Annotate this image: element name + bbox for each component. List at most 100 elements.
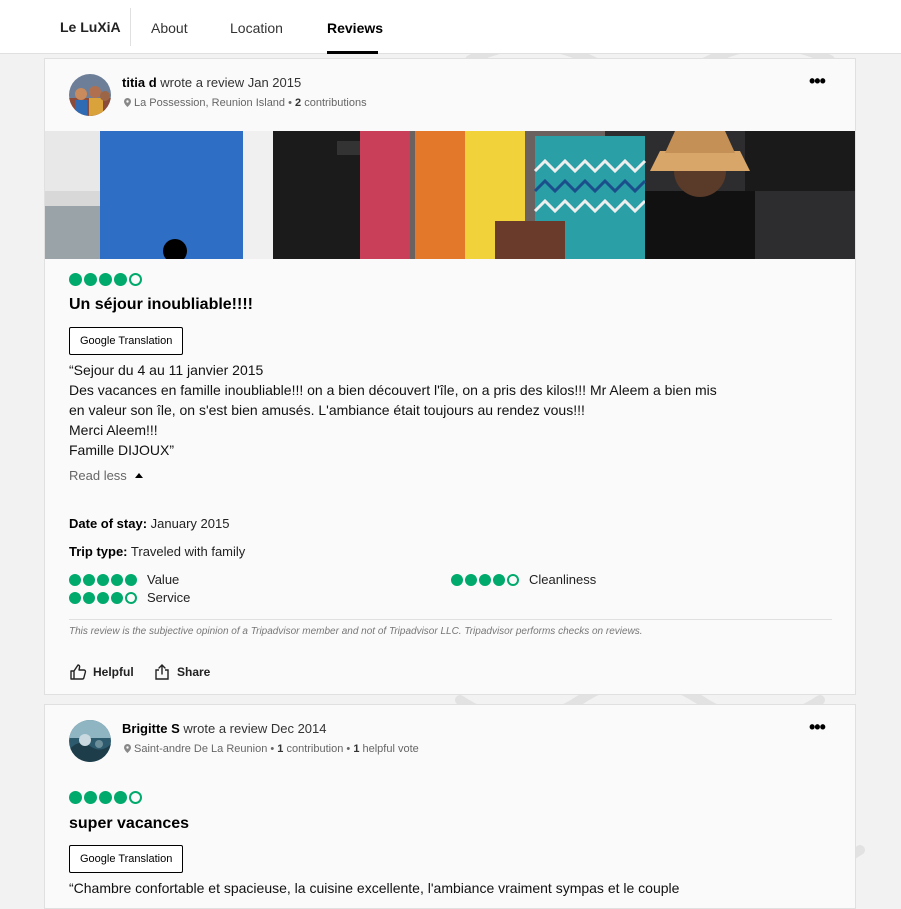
contributions-count: 1 xyxy=(277,743,284,755)
review-title[interactable]: Un séjour inoubliable!!!! xyxy=(69,296,253,314)
rating-bubble-filled xyxy=(114,273,127,286)
trip-type-value: Traveled with family xyxy=(130,544,246,559)
sub-rating-service: Service xyxy=(69,590,190,605)
review-body-line: en valeur son île, on s'est bien amusés.… xyxy=(69,402,585,418)
rating-bubble-filled xyxy=(69,573,81,586)
helpful-label: Helpful xyxy=(93,665,134,679)
review-disclaimer: This review is the subjective opinion of… xyxy=(69,626,643,637)
rating-bubble-empty xyxy=(507,573,519,586)
contributions-count: 2 xyxy=(295,97,302,109)
date-of-stay-value: January 2015 xyxy=(150,516,230,531)
review-body: “Sejour du 4 au 11 janvier 2015 Des vaca… xyxy=(69,360,717,460)
rating-bubble-filled xyxy=(479,573,491,586)
review-photo[interactable] xyxy=(45,131,855,259)
share-button[interactable]: Share xyxy=(153,663,210,681)
thumbs-up-icon xyxy=(70,664,87,680)
sub-rating-bubbles xyxy=(69,591,137,604)
avatar-photo-icon xyxy=(69,74,111,116)
review-action-text: wrote a review Jan 2015 xyxy=(160,75,302,90)
author-line: Brigitte S wrote a review Dec 2014 xyxy=(122,721,327,736)
sub-rating-bubbles xyxy=(451,573,519,586)
review-title[interactable]: super vacances xyxy=(69,815,189,833)
meta-separator: • xyxy=(285,97,296,109)
share-label: Share xyxy=(177,665,211,679)
tab-location[interactable]: Location xyxy=(230,20,283,36)
sub-rating-cleanliness: Cleanliness xyxy=(451,572,596,587)
helpful-button[interactable]: Helpful xyxy=(69,663,134,681)
google-translation-button[interactable]: Google Translation xyxy=(69,845,184,873)
rating-bubble-filled xyxy=(99,791,112,804)
rating-bubble-filled xyxy=(451,573,463,586)
divider xyxy=(69,619,832,620)
rating-bubble-filled xyxy=(99,273,112,286)
rating-bubble-filled xyxy=(84,273,97,286)
rating-bubble-filled xyxy=(125,573,137,586)
share-icon xyxy=(155,664,169,680)
rating-bubble-filled xyxy=(83,591,95,604)
more-options-button[interactable]: ••• xyxy=(809,71,826,92)
sub-rating-label: Service xyxy=(147,590,191,605)
avatar-photo-icon xyxy=(69,720,111,762)
brand-name[interactable]: Le LuXiA xyxy=(60,19,121,35)
rating-bubble-empty xyxy=(129,273,142,286)
active-tab-indicator xyxy=(327,51,378,54)
author-name[interactable]: titia d xyxy=(122,75,157,90)
review-body-line: Merci Aleem!!! xyxy=(69,422,158,438)
sub-rating-label: Value xyxy=(147,572,180,587)
avatar[interactable] xyxy=(69,74,111,116)
contributions-label: contribution xyxy=(286,743,344,755)
rating-bubble-filled xyxy=(493,573,505,586)
rating-bubble-filled xyxy=(84,791,97,804)
review-body-line: “Chambre confortable et spacieuse, la cu… xyxy=(69,880,680,896)
author-location: Saint-andre De La Reunion xyxy=(134,743,268,755)
trip-type: Trip type: Traveled with family xyxy=(69,544,245,559)
read-less-label: Read less xyxy=(69,468,127,483)
review-action-text: wrote a review Dec 2014 xyxy=(183,721,327,736)
rating-bubble-filled xyxy=(114,791,127,804)
trip-type-label: Trip type: xyxy=(69,544,128,559)
author-location: La Possession, Reunion Island xyxy=(134,97,286,109)
review-body-line: Famille DIJOUX” xyxy=(69,442,175,458)
google-translation-button[interactable]: Google Translation xyxy=(69,327,184,355)
rating-bubble-filled xyxy=(111,573,123,586)
tab-about[interactable]: About xyxy=(151,20,188,36)
review-card: Brigitte S wrote a review Dec 2014 Saint… xyxy=(44,704,856,909)
sub-rating-label: Cleanliness xyxy=(529,572,597,587)
helpful-votes-count: 1 xyxy=(353,743,360,755)
review-body: “Chambre confortable et spacieuse, la cu… xyxy=(69,878,679,898)
top-navigation: Le LuXiA About Location Reviews xyxy=(0,0,901,54)
date-of-stay-label: Date of stay: xyxy=(69,516,148,531)
avatar[interactable] xyxy=(69,720,111,762)
review-rating-bubbles xyxy=(69,273,142,286)
caret-up-icon xyxy=(134,473,143,478)
sub-rating-bubbles xyxy=(69,573,137,586)
author-meta: Saint-andre De La Reunion • 1 contributi… xyxy=(124,743,419,755)
read-less-link[interactable]: Read less xyxy=(69,468,143,483)
rating-bubble-filled xyxy=(83,573,95,586)
nav-divider xyxy=(130,8,131,46)
review-body-line: Des vacances en famille inoubliable!!! o… xyxy=(69,382,717,398)
rating-bubble-filled xyxy=(69,791,82,804)
rating-bubble-empty xyxy=(125,591,137,604)
rating-bubble-filled xyxy=(97,573,109,586)
tab-reviews[interactable]: Reviews xyxy=(327,20,383,36)
date-of-stay: Date of stay: January 2015 xyxy=(69,516,229,531)
meta-separator: • xyxy=(343,743,354,755)
contributions-label: contributions xyxy=(304,97,367,109)
author-meta: La Possession, Reunion Island • 2 contri… xyxy=(124,97,367,109)
rating-bubble-empty xyxy=(129,791,142,804)
location-pin-icon xyxy=(124,98,131,107)
author-name[interactable]: Brigitte S xyxy=(122,721,180,736)
rating-bubble-filled xyxy=(465,573,477,586)
more-options-button[interactable]: ••• xyxy=(809,717,826,738)
author-line: titia d wrote a review Jan 2015 xyxy=(122,75,301,90)
meta-separator: • xyxy=(267,743,278,755)
rating-bubble-filled xyxy=(97,591,109,604)
review-body-line: “Sejour du 4 au 11 janvier 2015 xyxy=(69,362,264,378)
helpful-votes-label: helpful vote xyxy=(362,743,419,755)
location-pin-icon xyxy=(124,744,131,753)
sub-rating-value: Value xyxy=(69,572,179,587)
rating-bubble-filled xyxy=(111,591,123,604)
review-rating-bubbles xyxy=(69,791,142,804)
rating-bubble-filled xyxy=(69,591,81,604)
